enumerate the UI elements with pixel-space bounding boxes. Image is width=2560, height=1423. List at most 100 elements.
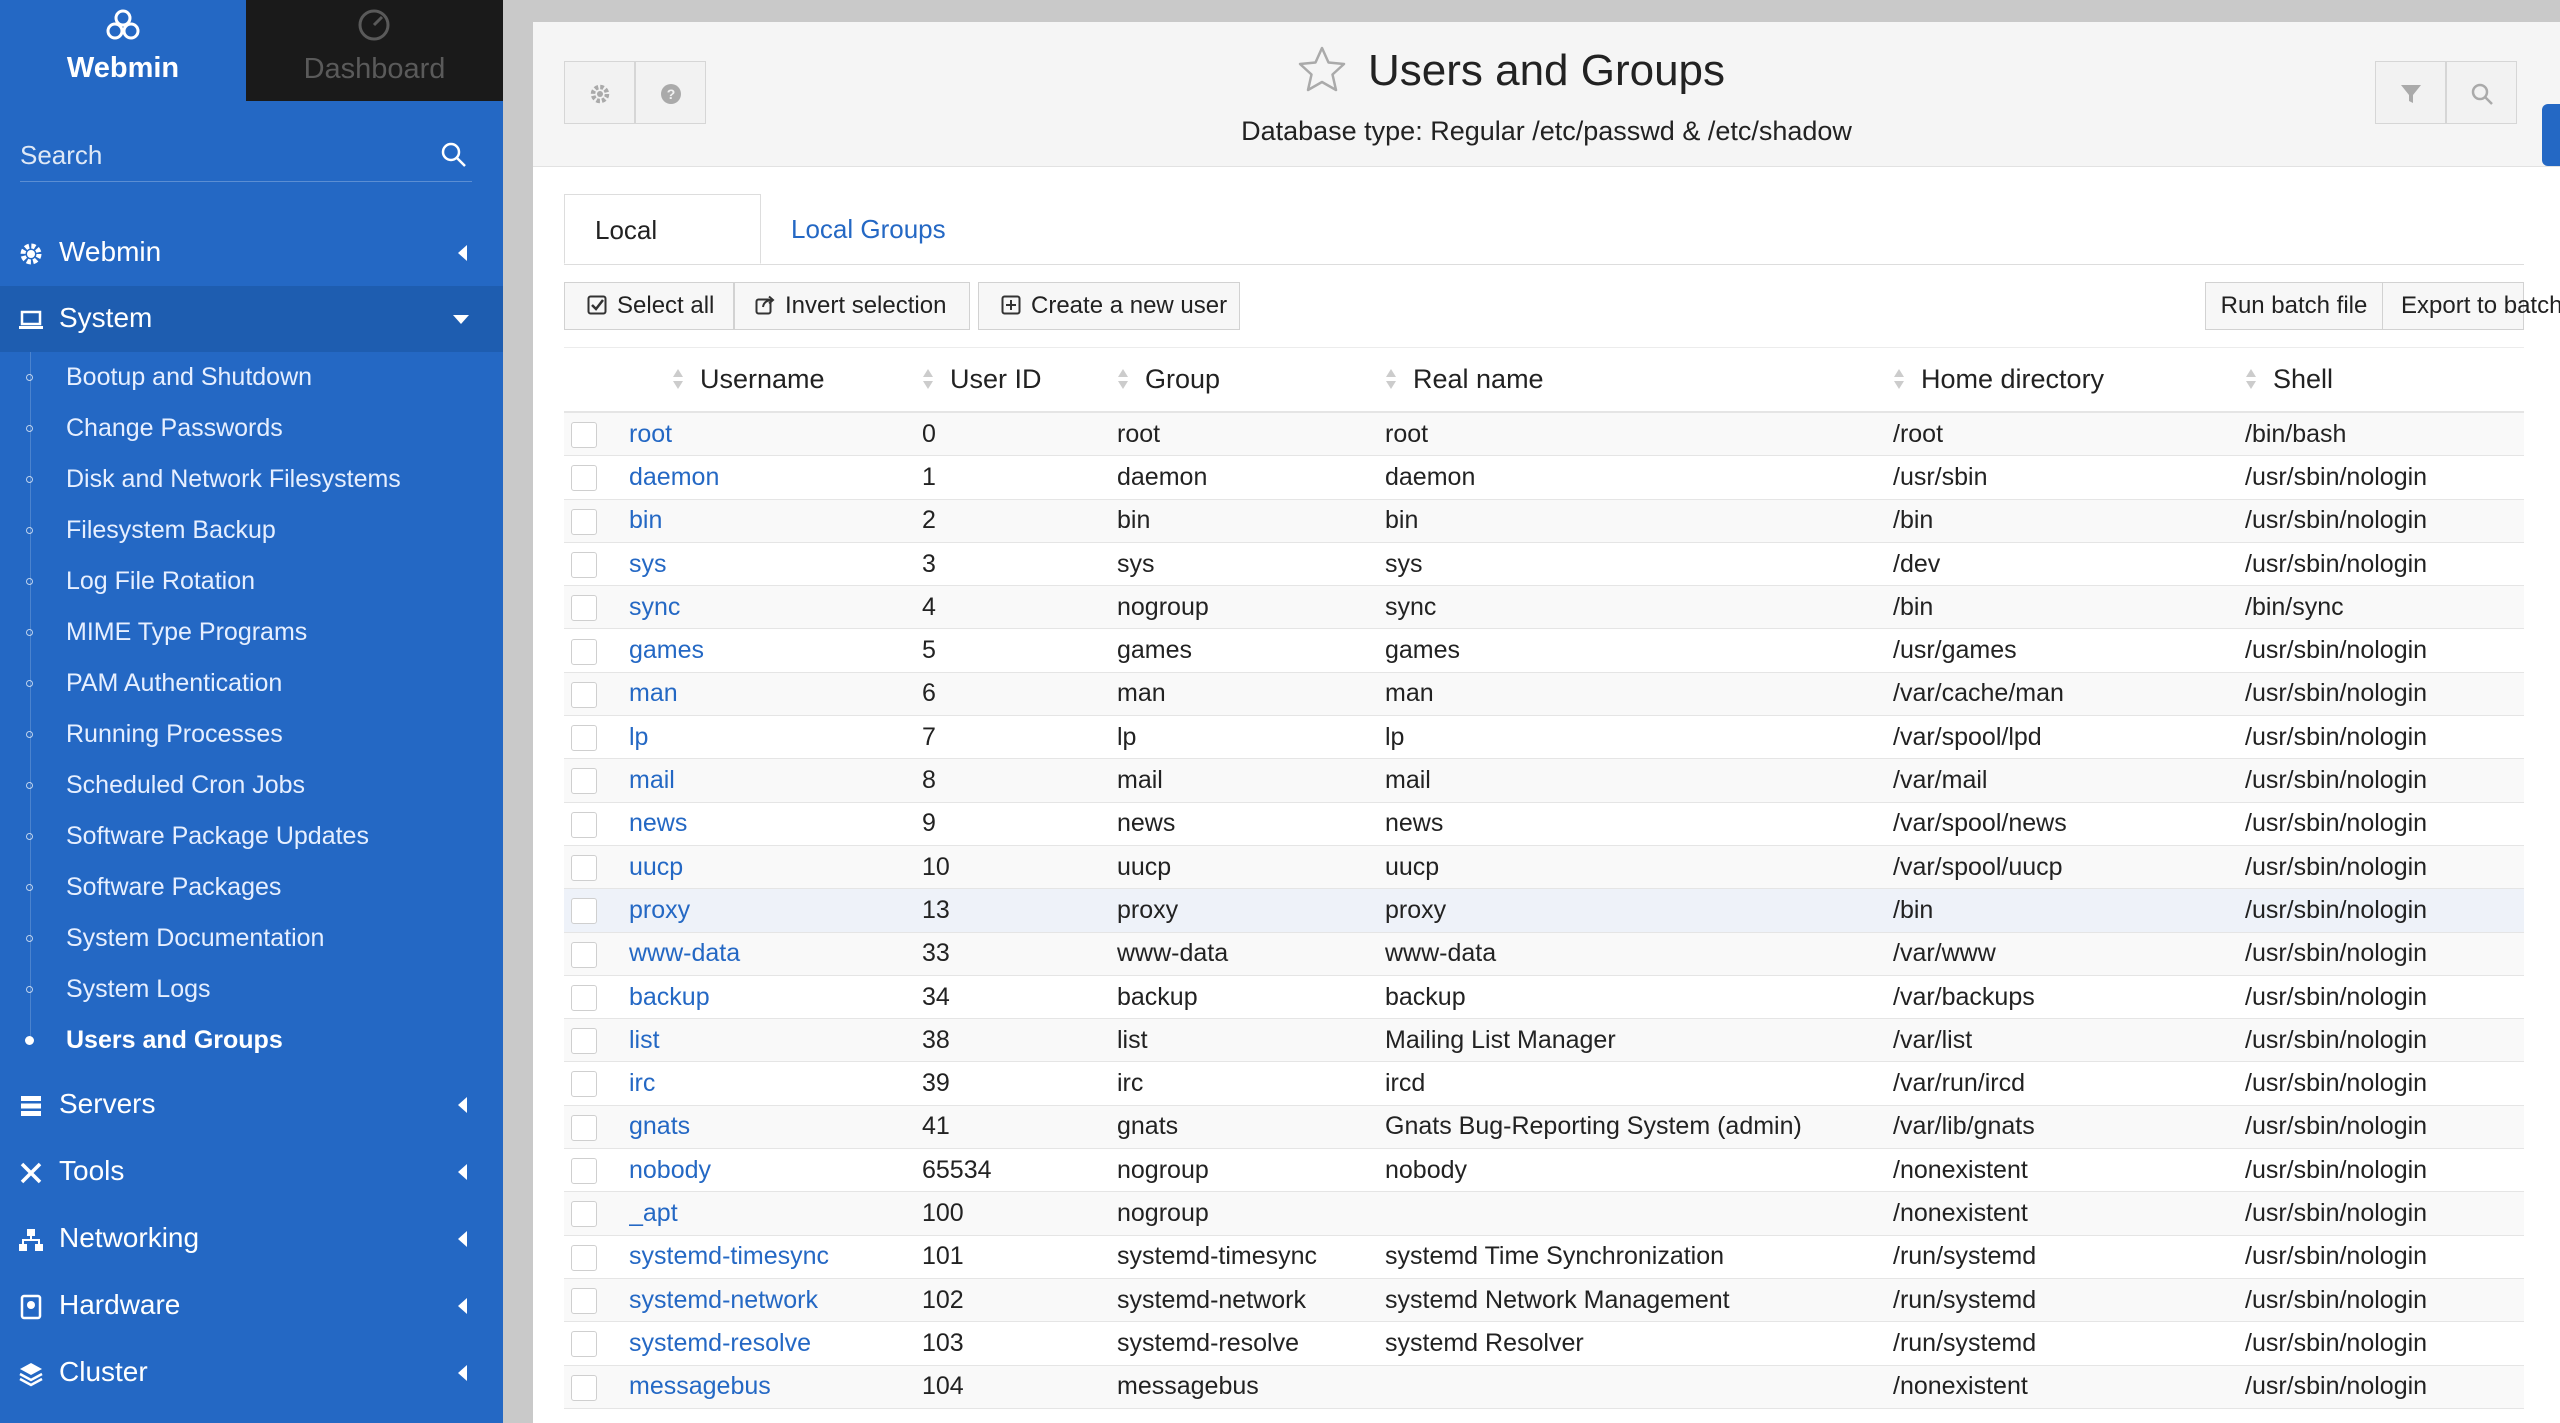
sidebar-item-software-packages[interactable]: Software Packages	[0, 862, 503, 913]
cell-value: www-data	[1117, 939, 1229, 968]
username-link[interactable]: bin	[629, 506, 662, 534]
category-servers[interactable]: Servers	[0, 1072, 503, 1138]
sidebar-item-filesystem-backup[interactable]: Filesystem Backup	[0, 505, 503, 556]
username-link[interactable]: backup	[629, 983, 710, 1011]
category-system[interactable]: System	[0, 286, 503, 352]
row-checkbox[interactable]	[571, 984, 597, 1011]
username-link[interactable]: news	[629, 809, 687, 837]
username-link[interactable]: nobody	[629, 1156, 711, 1184]
dashboard-button[interactable]: Dashboard	[246, 0, 503, 101]
category-webmin[interactable]: Webmin	[0, 220, 503, 286]
sidebar-item-log-rotation[interactable]: Log File Rotation	[0, 556, 503, 607]
username-link[interactable]: systemd-network	[629, 1286, 818, 1314]
sidebar-item-pam[interactable]: PAM Authentication	[0, 658, 503, 709]
column-header-user-id[interactable]: User ID	[922, 347, 1117, 413]
category-hardware[interactable]: Hardware	[0, 1273, 503, 1339]
page-title-text: Users and Groups	[1367, 46, 1726, 95]
username-link[interactable]: systemd-timesync	[629, 1242, 829, 1270]
export-batch-file-button[interactable]: Export to batch file	[2382, 282, 2560, 330]
column-header-group[interactable]: Group	[1117, 347, 1385, 413]
sidebar-item-filesystems[interactable]: Disk and Network Filesystems	[0, 454, 503, 505]
username-link[interactable]: sys	[629, 550, 667, 578]
sort-icon	[2246, 368, 2256, 389]
sidebar-item-system-logs[interactable]: System Logs	[0, 964, 503, 1015]
sort-icon	[1386, 368, 1396, 389]
row-checkbox[interactable]	[571, 1374, 597, 1401]
username-link[interactable]: lp	[629, 723, 648, 751]
page-subtitle: Database type: Regular /etc/passwd & /et…	[1241, 116, 1852, 146]
row-checkbox[interactable]	[571, 681, 597, 708]
tab-local-users[interactable]: Local Users	[564, 194, 761, 315]
username-link[interactable]: games	[629, 636, 704, 664]
row-checkbox[interactable]	[571, 1071, 597, 1098]
column-header-real-name[interactable]: Real name	[1385, 347, 1893, 413]
sidebar-item-documentation[interactable]: System Documentation	[0, 913, 503, 964]
category-tools[interactable]: Tools	[0, 1139, 503, 1205]
sidebar-item-package-updates[interactable]: Software Package Updates	[0, 811, 503, 862]
row-checkbox[interactable]	[571, 725, 597, 752]
favorite-star-icon[interactable]	[1296, 44, 1348, 96]
sidebar-item-bootup[interactable]: Bootup and Shutdown	[0, 352, 503, 403]
row-checkbox[interactable]	[571, 595, 597, 622]
username-link[interactable]: mail	[629, 766, 675, 794]
sidebar-item-users-and-groups[interactable]: Users and Groups	[0, 1015, 503, 1066]
search-input[interactable]	[20, 135, 420, 175]
row-checkbox[interactable]	[571, 1201, 597, 1228]
row-checkbox[interactable]	[571, 1158, 597, 1185]
sidebar-item-mime-types[interactable]: MIME Type Programs	[0, 607, 503, 658]
row-checkbox[interactable]	[571, 1114, 597, 1141]
username-link[interactable]: daemon	[629, 463, 719, 491]
username-link[interactable]: sync	[629, 593, 680, 621]
row-checkbox[interactable]	[571, 855, 597, 881]
username-link[interactable]: systemd-resolve	[629, 1329, 811, 1357]
select-all-button[interactable]: Select all	[564, 282, 734, 330]
column-label: Group	[1145, 364, 1221, 394]
row-checkbox[interactable]	[571, 1244, 597, 1271]
row-checkbox[interactable]	[571, 1331, 597, 1358]
row-checkbox[interactable]	[571, 508, 597, 535]
row-checkbox[interactable]	[571, 638, 597, 665]
username-link[interactable]: gnats	[629, 1112, 690, 1140]
column-header-username[interactable]: Username	[629, 347, 922, 413]
username-link[interactable]: proxy	[629, 896, 690, 924]
row-checkbox[interactable]	[571, 422, 597, 449]
row-checkbox[interactable]	[571, 1028, 597, 1055]
row-checkbox[interactable]	[571, 811, 597, 838]
username-link[interactable]: www-data	[629, 939, 740, 967]
row-checkbox[interactable]	[571, 1287, 597, 1314]
category-cluster[interactable]: Cluster	[0, 1340, 503, 1406]
username-link[interactable]: _apt	[629, 1199, 678, 1227]
username-link[interactable]: root	[629, 420, 672, 448]
webmin-brand-button[interactable]: Webmin	[0, 0, 246, 101]
row-checkbox[interactable]	[571, 898, 597, 925]
cell-value: 8	[922, 766, 936, 795]
cell-value: messagebus	[1117, 1372, 1259, 1401]
row-checkbox[interactable]	[571, 941, 597, 968]
username-link[interactable]: man	[629, 679, 678, 707]
filter-button[interactable]	[2375, 61, 2446, 124]
search-icon[interactable]	[440, 141, 468, 169]
row-checkbox[interactable]	[571, 551, 597, 578]
username-link[interactable]: uucp	[629, 853, 683, 881]
invert-selection-button[interactable]: Invert selection	[734, 282, 970, 330]
tab-local-groups[interactable]: Local Groups	[761, 194, 976, 264]
column-header-shell[interactable]: Shell	[2245, 347, 2524, 413]
create-user-button[interactable]: Create a new user	[978, 282, 1240, 330]
table-row: man 6 man man/var/cache/man/usr/sbin/nologi…	[564, 672, 2524, 717]
sidebar-item-cron-jobs[interactable]: Scheduled Cron Jobs	[0, 760, 503, 811]
row-checkbox[interactable]	[571, 465, 597, 492]
row-checkbox[interactable]	[571, 768, 597, 795]
sidebar-item-change-passwords[interactable]: Change Passwords	[0, 403, 503, 454]
sidebar-item-processes[interactable]: Running Processes	[0, 709, 503, 760]
category-networking[interactable]: Networking	[0, 1206, 503, 1272]
username-link[interactable]: irc	[629, 1069, 655, 1097]
username-link[interactable]: messagebus	[629, 1372, 771, 1400]
cell-value: /var/mail	[1893, 766, 1988, 795]
username-link[interactable]: list	[629, 1026, 660, 1054]
cell-value: /var/www	[1893, 939, 1996, 968]
column-header-home-directory[interactable]: Home directory	[1893, 347, 2245, 413]
side-panel-toggle[interactable]	[2542, 104, 2560, 166]
search-button[interactable]	[2446, 61, 2517, 124]
real-name-cell	[1385, 1191, 1893, 1236]
run-batch-file-button[interactable]: Run batch file	[2205, 282, 2383, 330]
